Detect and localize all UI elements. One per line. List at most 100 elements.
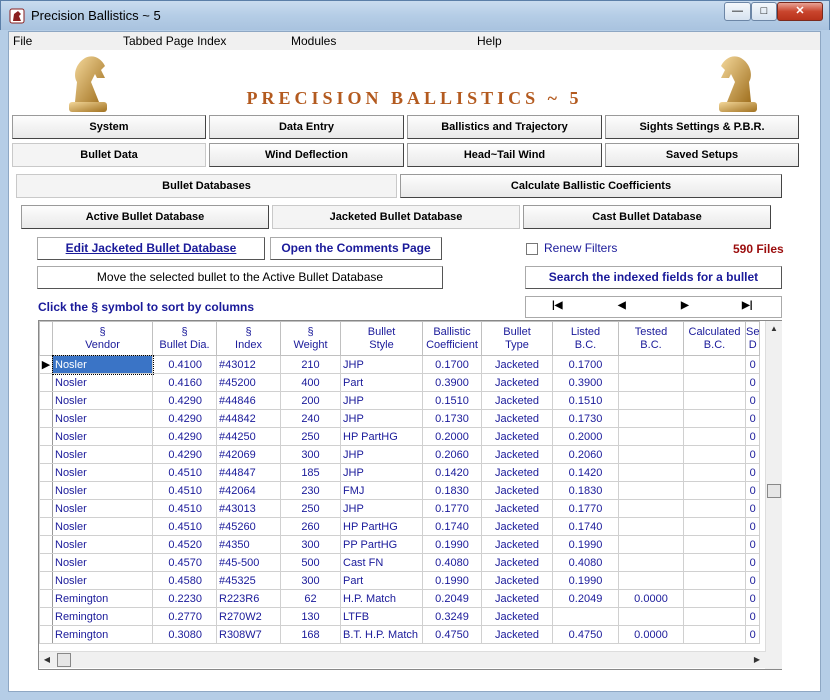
- table-cell[interactable]: 0: [744, 445, 761, 464]
- table-cell[interactable]: 0.4100: [152, 355, 217, 374]
- table-cell[interactable]: #42069: [216, 445, 281, 464]
- table-row[interactable]: Nosler 0.4510 #43013 250 JHP 0.1770 Jacketed 0.…: [39, 499, 761, 518]
- tab-saved-setups[interactable]: Saved Setups: [605, 143, 799, 167]
- table-cell[interactable]: Nosler: [52, 391, 153, 410]
- table-cell[interactable]: 0.2770: [152, 607, 217, 626]
- table-cell[interactable]: 0.4510: [152, 463, 217, 482]
- tab-data-entry[interactable]: Data Entry: [209, 115, 404, 139]
- table-cell[interactable]: 0.1740: [422, 517, 482, 536]
- table-cell[interactable]: 0.3080: [152, 625, 217, 644]
- menu-tabbed-page-index[interactable]: Tabbed Page Index: [123, 34, 226, 48]
- last-record-button[interactable]: ▶|: [742, 300, 753, 311]
- table-cell[interactable]: 0: [744, 571, 761, 590]
- table-cell[interactable]: Jacketed: [481, 427, 553, 446]
- table-cell[interactable]: 0.1830: [422, 481, 482, 500]
- table-cell[interactable]: B.T. H.P. Match: [340, 625, 423, 644]
- table-cell[interactable]: 0.2049: [422, 589, 482, 608]
- table-cell[interactable]: 0.4080: [422, 553, 482, 572]
- table-cell[interactable]: [618, 373, 684, 392]
- horizontal-scroll-thumb[interactable]: [57, 653, 71, 667]
- table-cell[interactable]: R223R6: [216, 589, 281, 608]
- table-cell[interactable]: [683, 463, 746, 482]
- table-cell[interactable]: Nosler: [52, 445, 153, 464]
- menu-help[interactable]: Help: [477, 34, 502, 48]
- row-selector[interactable]: [39, 553, 53, 572]
- table-cell[interactable]: 300: [280, 535, 341, 554]
- table-cell[interactable]: Nosler: [52, 571, 153, 590]
- table-row[interactable]: Nosler 0.4570 #45-500 500 Cast FN 0.4080 Jacke…: [39, 553, 761, 572]
- table-cell[interactable]: Jacketed: [481, 553, 553, 572]
- table-cell[interactable]: [618, 553, 684, 572]
- table-row[interactable]: Nosler 0.4290 #44842 240 JHP 0.1730 Jacketed 0.…: [39, 409, 761, 428]
- table-cell[interactable]: 400: [280, 373, 341, 392]
- prev-record-button[interactable]: ◀: [618, 300, 626, 311]
- table-cell[interactable]: JHP: [340, 409, 423, 428]
- table-cell[interactable]: 0.1700: [552, 355, 619, 374]
- table-cell[interactable]: Nosler: [52, 373, 153, 392]
- table-cell[interactable]: #44846: [216, 391, 281, 410]
- table-cell[interactable]: [618, 391, 684, 410]
- table-cell[interactable]: 0.1510: [422, 391, 482, 410]
- table-cell[interactable]: [618, 445, 684, 464]
- table-cell[interactable]: 0.1730: [422, 409, 482, 428]
- table-cell[interactable]: Jacketed: [481, 445, 553, 464]
- scroll-left-icon[interactable]: ◀: [39, 652, 55, 668]
- menu-modules[interactable]: Modules: [291, 34, 336, 48]
- table-cell[interactable]: 0.2000: [422, 427, 482, 446]
- table-cell[interactable]: Nosler: [52, 409, 153, 428]
- vertical-scrollbar[interactable]: ▲: [765, 321, 782, 652]
- column-header[interactable]: Listed B.C.: [552, 321, 619, 356]
- table-cell[interactable]: Jacketed: [481, 571, 553, 590]
- table-cell[interactable]: 0.4080: [552, 553, 619, 572]
- table-cell[interactable]: 0.3249: [422, 607, 482, 626]
- table-cell[interactable]: [683, 355, 746, 374]
- table-cell[interactable]: [683, 373, 746, 392]
- tab-wind-deflection[interactable]: Wind Deflection: [209, 143, 404, 167]
- table-cell[interactable]: Jacketed: [481, 625, 553, 644]
- table-cell[interactable]: [683, 607, 746, 626]
- table-cell[interactable]: JHP: [340, 355, 423, 374]
- table-cell[interactable]: 0.1990: [552, 571, 619, 590]
- table-cell[interactable]: H.P. Match: [340, 589, 423, 608]
- table-row[interactable]: Nosler 0.4290 #44846 200 JHP 0.1510 Jacketed 0.…: [39, 391, 761, 410]
- table-cell[interactable]: Jacketed: [481, 589, 553, 608]
- tab-bullet-databases[interactable]: Bullet Databases: [16, 174, 397, 198]
- table-row[interactable]: Nosler 0.4510 #45260 260 HP PartHG 0.1740 Jack…: [39, 517, 761, 536]
- table-cell[interactable]: 0: [744, 553, 761, 572]
- column-header[interactable]: § Weight: [280, 321, 341, 356]
- table-cell[interactable]: Jacketed: [481, 409, 553, 428]
- table-cell[interactable]: Nosler: [52, 553, 153, 572]
- row-selector[interactable]: [39, 499, 53, 518]
- table-cell[interactable]: [683, 481, 746, 500]
- table-cell[interactable]: 0: [744, 355, 761, 374]
- table-cell[interactable]: 0.4580: [152, 571, 217, 590]
- table-cell[interactable]: 0.1510: [552, 391, 619, 410]
- table-cell[interactable]: Jacketed: [481, 463, 553, 482]
- table-cell[interactable]: Part: [340, 373, 423, 392]
- table-cell[interactable]: #4350: [216, 535, 281, 554]
- row-selector[interactable]: [39, 517, 53, 536]
- table-cell[interactable]: Nosler: [52, 463, 153, 482]
- table-cell[interactable]: 0.0000: [618, 625, 684, 644]
- table-cell[interactable]: 0.2230: [152, 589, 217, 608]
- table-row[interactable]: Nosler 0.4290 #42069 300 JHP 0.2060 Jacketed 0.…: [39, 445, 761, 464]
- table-cell[interactable]: 0: [744, 499, 761, 518]
- bullet-grid[interactable]: § Vendor § Bullet Dia. § Index § Weight Bullet St…: [38, 320, 782, 670]
- table-cell[interactable]: Nosler: [52, 481, 153, 500]
- row-selector[interactable]: [39, 607, 53, 626]
- table-cell[interactable]: 0.2060: [552, 445, 619, 464]
- column-header[interactable]: Calculated B.C.: [683, 321, 746, 356]
- table-cell[interactable]: [683, 517, 746, 536]
- table-cell[interactable]: 168: [280, 625, 341, 644]
- table-row[interactable]: Remington 0.2770 R270W2 130 LTFB 0.3249 Jacket…: [39, 607, 761, 626]
- table-cell[interactable]: [683, 535, 746, 554]
- table-cell[interactable]: [683, 499, 746, 518]
- table-cell[interactable]: Nosler: [52, 427, 153, 446]
- table-cell[interactable]: 0: [744, 625, 761, 644]
- table-row[interactable]: Nosler 0.4290 #44250 250 HP PartHG 0.2000 Jack…: [39, 427, 761, 446]
- table-cell[interactable]: 0.0000: [618, 589, 684, 608]
- row-selector[interactable]: [39, 571, 53, 590]
- table-cell[interactable]: 0.1730: [552, 409, 619, 428]
- row-selector[interactable]: [39, 535, 53, 554]
- table-cell[interactable]: #44250: [216, 427, 281, 446]
